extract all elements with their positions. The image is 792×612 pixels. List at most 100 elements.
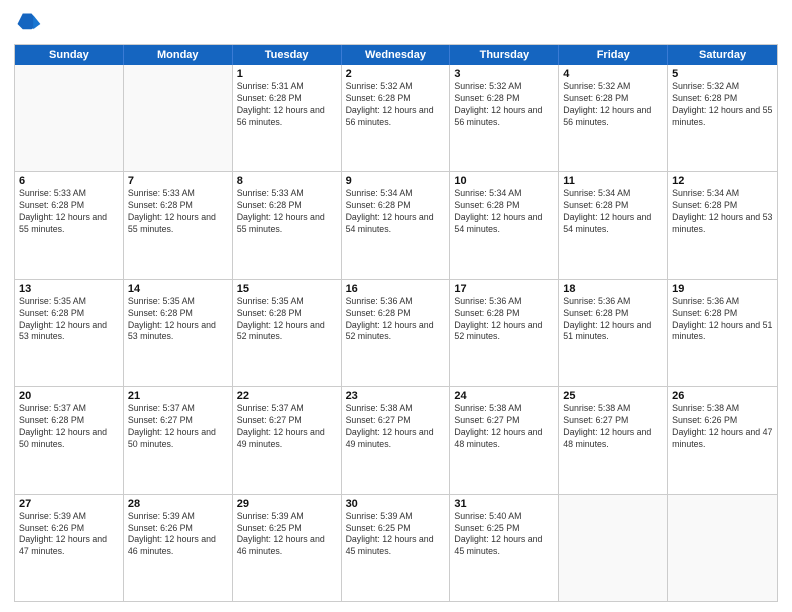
day-number: 2 <box>346 68 446 80</box>
calendar-cell: 9Sunrise: 5:34 AM Sunset: 6:28 PM Daylig… <box>342 172 451 278</box>
cell-info: Sunrise: 5:39 AM Sunset: 6:26 PM Dayligh… <box>19 511 119 559</box>
cell-info: Sunrise: 5:40 AM Sunset: 6:25 PM Dayligh… <box>454 511 554 559</box>
day-number: 1 <box>237 68 337 80</box>
calendar-cell: 31Sunrise: 5:40 AM Sunset: 6:25 PM Dayli… <box>450 495 559 601</box>
calendar-cell: 22Sunrise: 5:37 AM Sunset: 6:27 PM Dayli… <box>233 387 342 493</box>
weekday-header: Sunday <box>15 45 124 65</box>
day-number: 16 <box>346 283 446 295</box>
cell-info: Sunrise: 5:38 AM Sunset: 6:27 PM Dayligh… <box>346 403 446 451</box>
cell-info: Sunrise: 5:37 AM Sunset: 6:27 PM Dayligh… <box>237 403 337 451</box>
cell-info: Sunrise: 5:32 AM Sunset: 6:28 PM Dayligh… <box>672 81 773 129</box>
calendar-cell: 2Sunrise: 5:32 AM Sunset: 6:28 PM Daylig… <box>342 65 451 171</box>
cell-info: Sunrise: 5:37 AM Sunset: 6:27 PM Dayligh… <box>128 403 228 451</box>
calendar-cell: 19Sunrise: 5:36 AM Sunset: 6:28 PM Dayli… <box>668 280 777 386</box>
calendar-cell: 15Sunrise: 5:35 AM Sunset: 6:28 PM Dayli… <box>233 280 342 386</box>
day-number: 30 <box>346 498 446 510</box>
weekday-header: Tuesday <box>233 45 342 65</box>
cell-info: Sunrise: 5:34 AM Sunset: 6:28 PM Dayligh… <box>563 188 663 236</box>
cell-info: Sunrise: 5:36 AM Sunset: 6:28 PM Dayligh… <box>346 296 446 344</box>
day-number: 28 <box>128 498 228 510</box>
calendar-cell: 17Sunrise: 5:36 AM Sunset: 6:28 PM Dayli… <box>450 280 559 386</box>
day-number: 7 <box>128 175 228 187</box>
day-number: 17 <box>454 283 554 295</box>
day-number: 19 <box>672 283 773 295</box>
weekday-header: Saturday <box>668 45 777 65</box>
day-number: 29 <box>237 498 337 510</box>
day-number: 6 <box>19 175 119 187</box>
weekday-header: Friday <box>559 45 668 65</box>
cell-info: Sunrise: 5:38 AM Sunset: 6:27 PM Dayligh… <box>454 403 554 451</box>
calendar-cell: 12Sunrise: 5:34 AM Sunset: 6:28 PM Dayli… <box>668 172 777 278</box>
calendar-row: 13Sunrise: 5:35 AM Sunset: 6:28 PM Dayli… <box>15 279 777 386</box>
cell-info: Sunrise: 5:38 AM Sunset: 6:27 PM Dayligh… <box>563 403 663 451</box>
day-number: 11 <box>563 175 663 187</box>
calendar-cell <box>668 495 777 601</box>
calendar-cell: 6Sunrise: 5:33 AM Sunset: 6:28 PM Daylig… <box>15 172 124 278</box>
cell-info: Sunrise: 5:34 AM Sunset: 6:28 PM Dayligh… <box>454 188 554 236</box>
day-number: 10 <box>454 175 554 187</box>
cell-info: Sunrise: 5:33 AM Sunset: 6:28 PM Dayligh… <box>128 188 228 236</box>
cell-info: Sunrise: 5:37 AM Sunset: 6:28 PM Dayligh… <box>19 403 119 451</box>
weekday-header: Thursday <box>450 45 559 65</box>
calendar-cell: 24Sunrise: 5:38 AM Sunset: 6:27 PM Dayli… <box>450 387 559 493</box>
calendar-cell: 21Sunrise: 5:37 AM Sunset: 6:27 PM Dayli… <box>124 387 233 493</box>
calendar-cell: 20Sunrise: 5:37 AM Sunset: 6:28 PM Dayli… <box>15 387 124 493</box>
calendar-cell: 3Sunrise: 5:32 AM Sunset: 6:28 PM Daylig… <box>450 65 559 171</box>
cell-info: Sunrise: 5:39 AM Sunset: 6:25 PM Dayligh… <box>237 511 337 559</box>
day-number: 31 <box>454 498 554 510</box>
calendar-cell: 7Sunrise: 5:33 AM Sunset: 6:28 PM Daylig… <box>124 172 233 278</box>
calendar-cell: 16Sunrise: 5:36 AM Sunset: 6:28 PM Dayli… <box>342 280 451 386</box>
day-number: 8 <box>237 175 337 187</box>
logo <box>14 10 46 38</box>
day-number: 21 <box>128 390 228 402</box>
calendar-cell: 18Sunrise: 5:36 AM Sunset: 6:28 PM Dayli… <box>559 280 668 386</box>
calendar-cell <box>559 495 668 601</box>
cell-info: Sunrise: 5:32 AM Sunset: 6:28 PM Dayligh… <box>454 81 554 129</box>
calendar-cell <box>15 65 124 171</box>
day-number: 9 <box>346 175 446 187</box>
calendar-cell: 29Sunrise: 5:39 AM Sunset: 6:25 PM Dayli… <box>233 495 342 601</box>
cell-info: Sunrise: 5:32 AM Sunset: 6:28 PM Dayligh… <box>346 81 446 129</box>
calendar: SundayMondayTuesdayWednesdayThursdayFrid… <box>14 44 778 602</box>
cell-info: Sunrise: 5:36 AM Sunset: 6:28 PM Dayligh… <box>672 296 773 344</box>
day-number: 4 <box>563 68 663 80</box>
calendar-row: 1Sunrise: 5:31 AM Sunset: 6:28 PM Daylig… <box>15 65 777 171</box>
day-number: 5 <box>672 68 773 80</box>
header <box>14 10 778 38</box>
calendar-row: 6Sunrise: 5:33 AM Sunset: 6:28 PM Daylig… <box>15 171 777 278</box>
day-number: 22 <box>237 390 337 402</box>
day-number: 20 <box>19 390 119 402</box>
cell-info: Sunrise: 5:35 AM Sunset: 6:28 PM Dayligh… <box>128 296 228 344</box>
cell-info: Sunrise: 5:32 AM Sunset: 6:28 PM Dayligh… <box>563 81 663 129</box>
day-number: 12 <box>672 175 773 187</box>
calendar-cell: 27Sunrise: 5:39 AM Sunset: 6:26 PM Dayli… <box>15 495 124 601</box>
calendar-cell <box>124 65 233 171</box>
cell-info: Sunrise: 5:35 AM Sunset: 6:28 PM Dayligh… <box>19 296 119 344</box>
calendar-body: 1Sunrise: 5:31 AM Sunset: 6:28 PM Daylig… <box>15 65 777 601</box>
day-number: 25 <box>563 390 663 402</box>
day-number: 3 <box>454 68 554 80</box>
cell-info: Sunrise: 5:34 AM Sunset: 6:28 PM Dayligh… <box>346 188 446 236</box>
page: SundayMondayTuesdayWednesdayThursdayFrid… <box>0 0 792 612</box>
calendar-cell: 13Sunrise: 5:35 AM Sunset: 6:28 PM Dayli… <box>15 280 124 386</box>
cell-info: Sunrise: 5:35 AM Sunset: 6:28 PM Dayligh… <box>237 296 337 344</box>
calendar-cell: 4Sunrise: 5:32 AM Sunset: 6:28 PM Daylig… <box>559 65 668 171</box>
cell-info: Sunrise: 5:38 AM Sunset: 6:26 PM Dayligh… <box>672 403 773 451</box>
calendar-cell: 30Sunrise: 5:39 AM Sunset: 6:25 PM Dayli… <box>342 495 451 601</box>
calendar-cell: 5Sunrise: 5:32 AM Sunset: 6:28 PM Daylig… <box>668 65 777 171</box>
calendar-row: 27Sunrise: 5:39 AM Sunset: 6:26 PM Dayli… <box>15 494 777 601</box>
calendar-cell: 10Sunrise: 5:34 AM Sunset: 6:28 PM Dayli… <box>450 172 559 278</box>
calendar-cell: 23Sunrise: 5:38 AM Sunset: 6:27 PM Dayli… <box>342 387 451 493</box>
cell-info: Sunrise: 5:36 AM Sunset: 6:28 PM Dayligh… <box>454 296 554 344</box>
day-number: 23 <box>346 390 446 402</box>
cell-info: Sunrise: 5:34 AM Sunset: 6:28 PM Dayligh… <box>672 188 773 236</box>
weekday-header: Wednesday <box>342 45 451 65</box>
cell-info: Sunrise: 5:39 AM Sunset: 6:25 PM Dayligh… <box>346 511 446 559</box>
logo-icon <box>14 10 42 38</box>
day-number: 18 <box>563 283 663 295</box>
cell-info: Sunrise: 5:33 AM Sunset: 6:28 PM Dayligh… <box>237 188 337 236</box>
day-number: 24 <box>454 390 554 402</box>
calendar-cell: 11Sunrise: 5:34 AM Sunset: 6:28 PM Dayli… <box>559 172 668 278</box>
cell-info: Sunrise: 5:33 AM Sunset: 6:28 PM Dayligh… <box>19 188 119 236</box>
cell-info: Sunrise: 5:39 AM Sunset: 6:26 PM Dayligh… <box>128 511 228 559</box>
